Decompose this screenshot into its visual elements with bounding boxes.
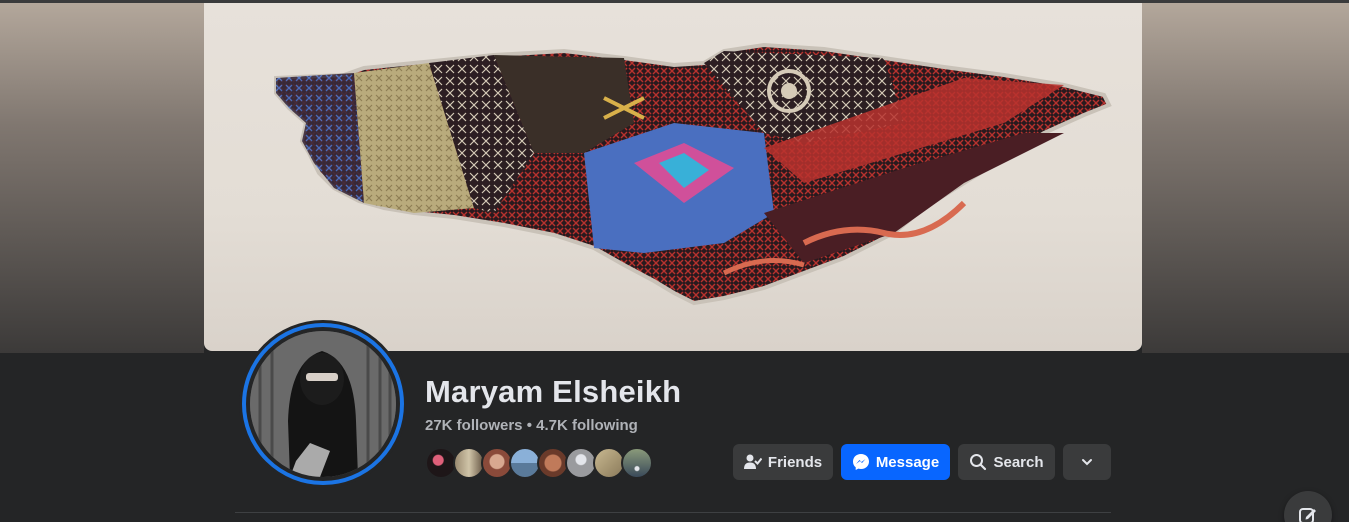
message-button[interactable]: Message <box>841 444 950 480</box>
friends-button[interactable]: Friends <box>733 444 833 480</box>
profile-header-divider <box>235 512 1111 513</box>
story-ring <box>242 323 404 485</box>
cover-blur-left <box>0 3 204 353</box>
profile-name: Maryam Elsheikh <box>425 374 682 409</box>
follow-stats: 27K followers • 4.7K following <box>425 417 638 434</box>
chevron-down-icon <box>1081 458 1093 466</box>
search-icon <box>969 453 987 471</box>
friend-check-icon <box>743 454 762 470</box>
messenger-icon <box>852 453 870 471</box>
edit-pencil-icon <box>1298 505 1318 522</box>
stats-separator: • <box>526 417 532 434</box>
following-link[interactable]: 4.7K following <box>536 417 638 434</box>
search-button[interactable]: Search <box>958 444 1055 480</box>
friend-avatar[interactable] <box>621 447 653 479</box>
followers-link[interactable]: 27K followers <box>425 417 523 434</box>
profile-picture[interactable] <box>239 320 407 488</box>
more-options-button[interactable] <box>1063 444 1111 480</box>
embroidered-map-image <box>274 42 1112 306</box>
profile-actions: Friends Message Search <box>733 444 1111 480</box>
message-button-label: Message <box>875 453 940 471</box>
friends-button-label: Friends <box>767 453 823 471</box>
cover-blur-right <box>1142 3 1349 353</box>
search-button-label: Search <box>993 453 1044 471</box>
cover-photo[interactable] <box>204 3 1142 351</box>
mutual-friends-strip <box>425 447 653 481</box>
profile-photo <box>250 331 396 477</box>
